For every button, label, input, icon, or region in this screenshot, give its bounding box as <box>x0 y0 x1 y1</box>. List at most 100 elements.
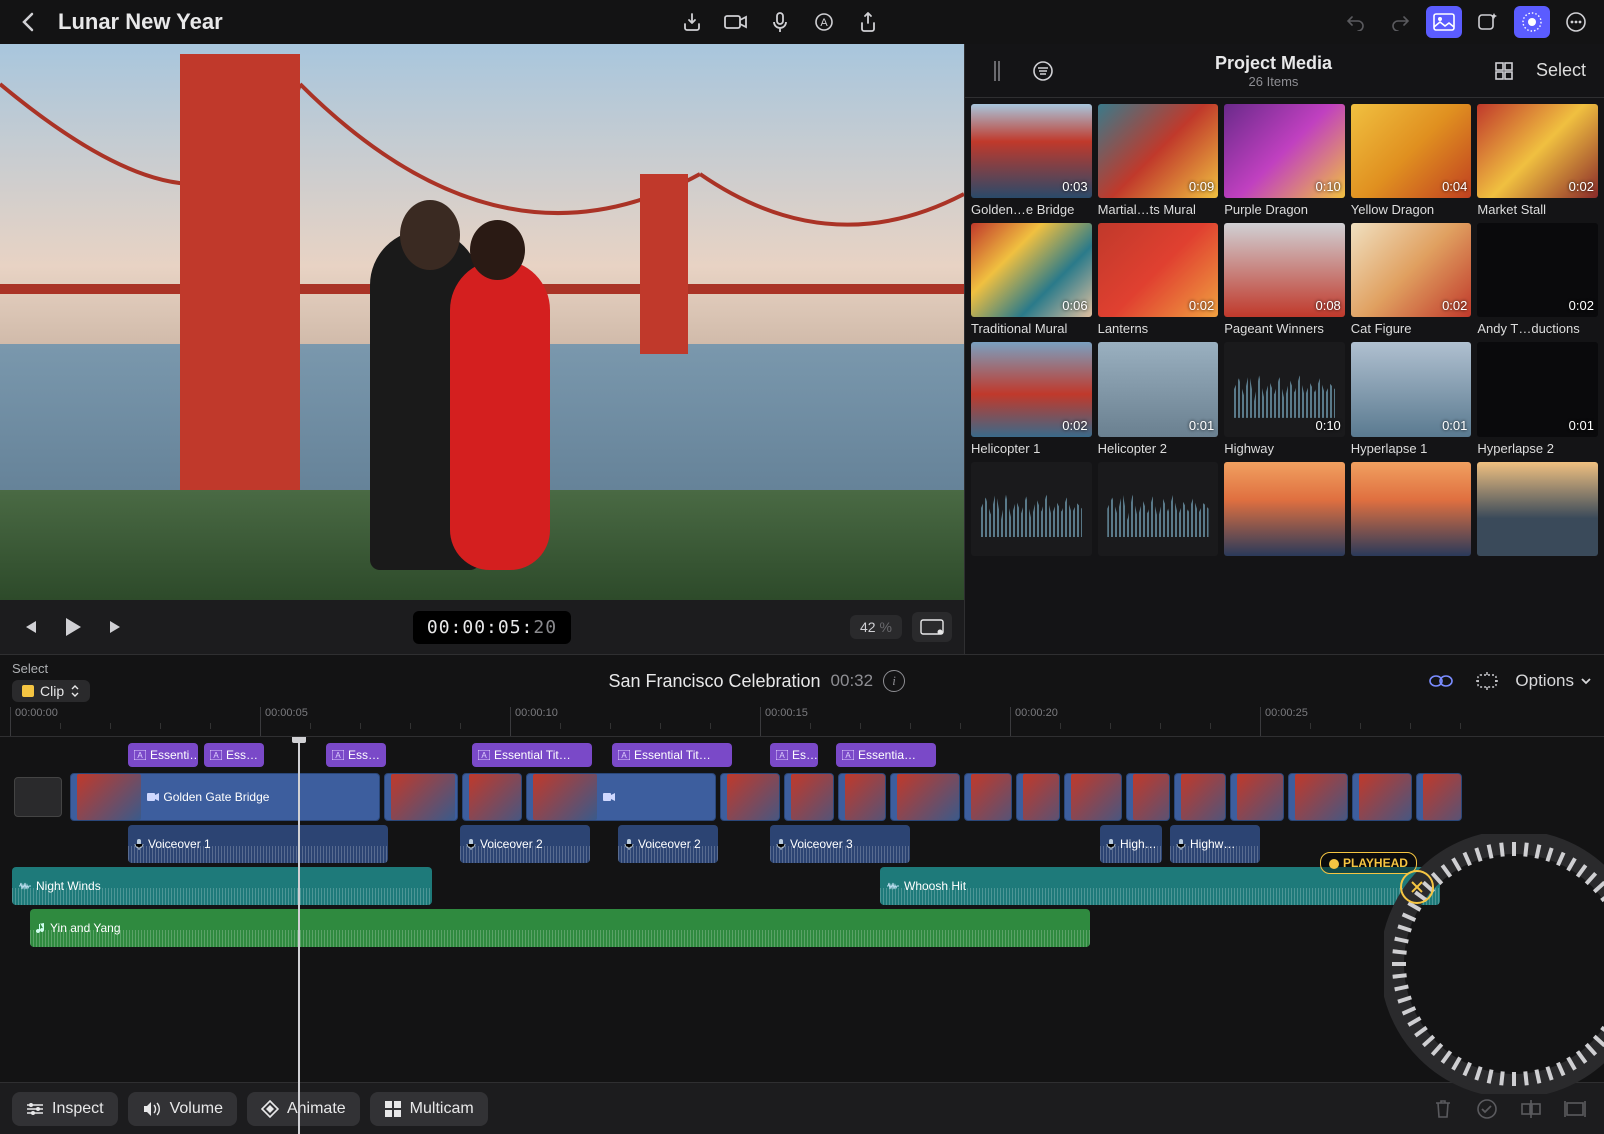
timeline-clip[interactable] <box>526 773 716 821</box>
trim-button[interactable] <box>1558 1092 1592 1126</box>
timeline-clip[interactable]: Yin and Yang <box>30 909 1090 947</box>
volume-button[interactable]: Volume <box>128 1092 237 1126</box>
timeline-clip[interactable]: AEss… <box>326 743 386 767</box>
timeline-clip[interactable]: AEssential Tit… <box>472 743 592 767</box>
viewer-canvas[interactable] <box>0 44 964 600</box>
media-clip[interactable]: 0:02Cat Figure <box>1351 223 1472 336</box>
filter-button[interactable] <box>1025 55 1061 87</box>
display-options-button[interactable] <box>912 612 952 642</box>
timeline-clip[interactable]: Highw… <box>1170 825 1260 863</box>
approve-button[interactable] <box>1470 1092 1504 1126</box>
timeline-clip[interactable] <box>384 773 458 821</box>
timeline-clip[interactable]: Voiceover 1 <box>128 825 388 863</box>
timeline-clip[interactable] <box>1126 773 1170 821</box>
sidebar-toggle-button[interactable] <box>979 55 1015 87</box>
browser-photos-button[interactable] <box>1426 6 1462 38</box>
browser-grid-scroll[interactable]: 0:03Golden…e Bridge0:09Martial…ts Mural0… <box>965 98 1604 654</box>
timeline-clip[interactable] <box>1352 773 1412 821</box>
timeline-clip[interactable]: AEs… <box>770 743 818 767</box>
timeline-clip[interactable] <box>1174 773 1226 821</box>
media-clip[interactable]: 0:01Hyperlapse 1 <box>1351 342 1472 455</box>
clip-color-swatch <box>22 685 34 697</box>
timeline-clip[interactable] <box>784 773 834 821</box>
share-button[interactable] <box>850 6 886 38</box>
delete-button[interactable] <box>1426 1092 1460 1126</box>
timeline-clip[interactable]: Golden Gate Bridge <box>70 773 380 821</box>
media-clip[interactable]: 0:02Helicopter 1 <box>971 342 1092 455</box>
camera-button[interactable] <box>718 6 754 38</box>
media-clip[interactable]: 0:10Purple Dragon <box>1224 104 1345 217</box>
view-mode-button[interactable] <box>1486 55 1522 87</box>
marker-button[interactable]: A <box>806 6 842 38</box>
timeline-clip[interactable]: AEssential Tit… <box>612 743 732 767</box>
timeline-clip[interactable]: High… <box>1100 825 1162 863</box>
timecode-display[interactable]: 00:00:05:20 <box>413 611 571 644</box>
media-clip[interactable]: 0:06Traditional Mural <box>971 223 1092 336</box>
split-button[interactable] <box>1514 1092 1548 1126</box>
media-clip[interactable]: 0:08Pageant Winners <box>1224 223 1345 336</box>
timeline-clip[interactable]: Voiceover 2 <box>460 825 590 863</box>
timeline-clip-selector[interactable]: Clip <box>12 680 90 702</box>
svg-text:A: A <box>481 751 487 760</box>
timeline-clip[interactable] <box>1288 773 1348 821</box>
timeline-clip[interactable]: AEssenti… <box>128 743 198 767</box>
media-clip[interactable]: 0:01Helicopter 2 <box>1098 342 1219 455</box>
media-clip[interactable] <box>1351 462 1472 560</box>
undo-button[interactable] <box>1338 6 1374 38</box>
animate-button[interactable]: Animate <box>247 1092 360 1126</box>
browser-select-button[interactable]: Select <box>1532 60 1590 81</box>
play-button[interactable] <box>56 610 90 644</box>
timeline-clip[interactable] <box>964 773 1012 821</box>
browser-effects-button[interactable] <box>1470 6 1506 38</box>
position-tool-button[interactable] <box>1469 665 1505 697</box>
timeline-clip[interactable] <box>1416 773 1462 821</box>
multicam-button[interactable]: Multicam <box>370 1092 488 1126</box>
media-clip[interactable]: 0:02Market Stall <box>1477 104 1598 217</box>
media-clip[interactable] <box>1098 462 1219 560</box>
link-tool-button[interactable] <box>1423 665 1459 697</box>
voiceover-button[interactable] <box>762 6 798 38</box>
timeline-clip[interactable]: Voiceover 3 <box>770 825 910 863</box>
timeline-clip[interactable]: Pur… <box>462 773 522 821</box>
media-clip[interactable]: 0:01Hyperlapse 2 <box>1477 342 1598 455</box>
inspect-button[interactable]: Inspect <box>12 1092 118 1126</box>
prev-frame-button[interactable] <box>12 610 46 644</box>
media-clip[interactable] <box>971 462 1092 560</box>
media-clip[interactable]: 0:09Martial…ts Mural <box>1098 104 1219 217</box>
timeline-tracks[interactable]: AEssenti…AEss…AEss…AEssential Tit…AEssen… <box>0 737 1604 1134</box>
timeline-clip[interactable] <box>1064 773 1122 821</box>
browser-subtitle: 26 Items <box>1071 74 1476 89</box>
timeline-clip[interactable]: Voiceover 2 <box>618 825 718 863</box>
playhead[interactable] <box>298 737 300 1134</box>
media-clip[interactable]: 0:10Highway <box>1224 342 1345 455</box>
info-button[interactable]: i <box>883 670 905 692</box>
media-clip[interactable]: 0:03Golden…e Bridge <box>971 104 1092 217</box>
media-clip[interactable]: 0:04Yellow Dragon <box>1351 104 1472 217</box>
zoom-control[interactable]: 42 % <box>850 615 902 639</box>
timeline-clip[interactable] <box>1016 773 1060 821</box>
timeline-clip[interactable]: AEss… <box>204 743 264 767</box>
media-clip[interactable] <box>1224 462 1345 560</box>
timeline-clip-label: Golden Gate Bridge <box>163 790 269 804</box>
title-icon: A <box>332 750 344 760</box>
timeline-options-button[interactable]: Options <box>1515 671 1592 691</box>
timeline-clip[interactable] <box>720 773 780 821</box>
media-clip[interactable]: 0:02Andy T…ductions <box>1477 223 1598 336</box>
back-button[interactable] <box>10 6 46 38</box>
svg-text:A: A <box>621 751 627 760</box>
browser-soundtracks-button[interactable] <box>1514 6 1550 38</box>
media-clip[interactable] <box>1477 462 1598 560</box>
timeline-ruler[interactable]: 00:00:0000:00:0500:00:1000:00:1500:00:20… <box>0 707 1604 737</box>
timeline-clip[interactable] <box>890 773 960 821</box>
timeline-clip[interactable]: AEssentia… <box>836 743 936 767</box>
next-frame-button[interactable] <box>100 610 134 644</box>
media-clip[interactable]: 0:02Lanterns <box>1098 223 1219 336</box>
timeline-clip[interactable]: Night Winds <box>12 867 432 905</box>
timeline-clip[interactable] <box>838 773 886 821</box>
timeline-clip[interactable] <box>1230 773 1284 821</box>
redo-button[interactable] <box>1382 6 1418 38</box>
more-button[interactable] <box>1558 6 1594 38</box>
jog-close-button[interactable] <box>1400 870 1434 904</box>
import-button[interactable] <box>674 6 710 38</box>
multicam-label: Multicam <box>410 1100 474 1118</box>
